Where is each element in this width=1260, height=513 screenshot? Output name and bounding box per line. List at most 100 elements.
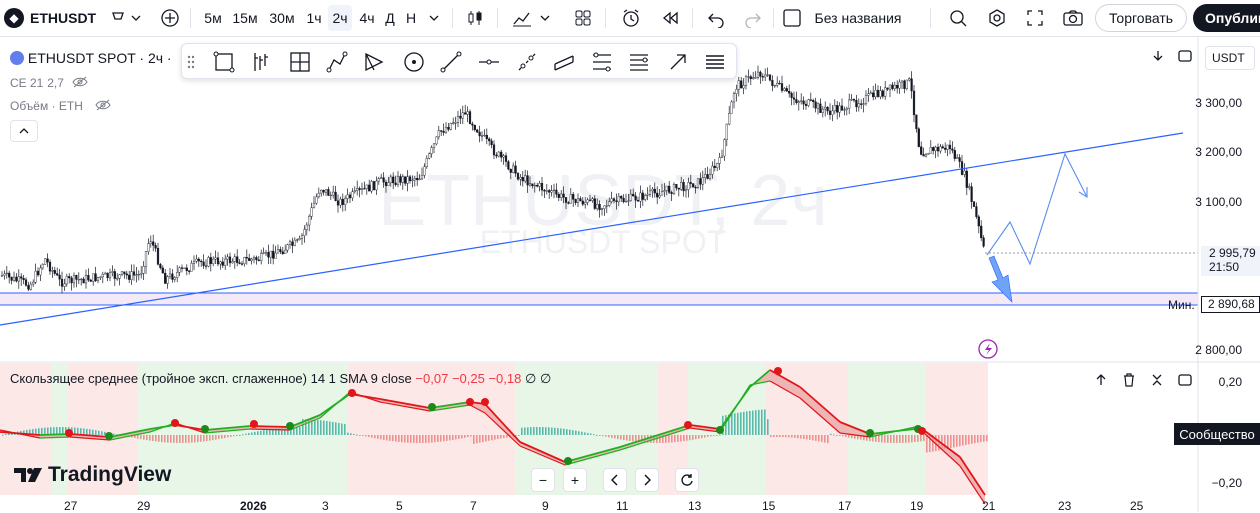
zoom-in-button[interactable]: + [563,468,587,492]
ray-tool-icon[interactable] [515,50,539,74]
cross-dot [684,421,692,429]
trend-line-tool-icon[interactable] [439,50,463,74]
candle-body [65,276,68,285]
add-symbol-icon[interactable] [157,5,183,31]
pattern-tool-icon[interactable] [362,50,386,74]
settings-gear-icon[interactable] [984,5,1010,31]
circle-tool-icon[interactable] [402,50,426,74]
eth-logo-icon [10,51,24,65]
layout-checkbox-icon[interactable] [780,5,804,31]
drag-handle-icon[interactable] [186,50,196,74]
path-tool-icon[interactable] [325,50,349,74]
candle-body [632,193,635,197]
histogram-bar [749,410,751,435]
symbol-logo-icon: ◆ [4,8,24,28]
compare-icon[interactable] [104,5,150,31]
candle-body [456,115,460,123]
reset-chart-button[interactable] [675,468,699,492]
tradingview-logo[interactable]: TradingView [14,463,171,487]
maximize-pane-icon[interactable] [1177,48,1193,69]
histogram-bar [41,427,43,435]
fullscreen-icon[interactable] [1022,5,1048,31]
volume-legend[interactable]: Объём · ETH [10,97,111,113]
indicators-icon[interactable] [508,5,558,31]
candle-body [900,80,904,83]
legend-title[interactable]: ETHUSDT SPOT · 2ч · [28,50,172,66]
histogram-bar [623,435,625,441]
trade-button[interactable]: Торговать [1095,4,1187,32]
candle-body [44,258,47,265]
ema-legend[interactable]: CE 21 2,7 [10,74,88,90]
alert-icon[interactable] [617,5,645,31]
rectangle-tool-icon[interactable] [212,50,236,74]
collapse-pane-icon[interactable] [1146,369,1168,391]
histogram-bar [761,409,763,435]
candle-body [310,207,313,217]
histogram-bar [839,435,841,436]
watermark-spot: ETHUSDT SPOT [480,224,727,260]
candle-body [480,135,484,137]
histogram-bar [818,435,820,442]
scroll-right-button[interactable] [635,468,659,492]
candle-body [761,76,764,78]
histogram-bar [677,435,679,442]
zoom-out-button[interactable]: − [531,468,555,492]
interval-4h[interactable]: 4ч [355,5,379,31]
maximize-pane-icon[interactable] [1174,369,1196,391]
bars-pattern-icon[interactable] [248,50,272,74]
scroll-left-button[interactable] [603,468,627,492]
candle-body [291,241,294,246]
histogram-bar [164,435,166,443]
arrow-tool-icon[interactable] [666,50,690,74]
candles-icon[interactable] [462,5,488,31]
interval-1h[interactable]: 1ч [303,5,325,31]
candle-body [898,81,901,89]
chevron-down-icon[interactable] [424,5,444,31]
camera-icon[interactable] [1060,5,1086,31]
currency-select[interactable]: USDT [1205,46,1255,70]
layout-grid-icon[interactable] [570,5,596,31]
interval-5m[interactable]: 5м [200,5,226,31]
interval-2h[interactable]: 2ч [328,5,352,31]
candle-body [212,258,215,264]
fib-retracement-icon[interactable] [590,50,614,74]
community-button[interactable]: Сообщество [1174,423,1260,445]
quick-search-icon[interactable] [945,5,971,31]
candle-body [884,87,887,97]
fib-extension-icon[interactable] [627,50,651,74]
layout-name[interactable]: Без названия [810,5,906,31]
scale-down-icon[interactable] [1150,48,1166,69]
move-up-icon[interactable] [1090,369,1112,391]
more-tools-icon[interactable] [703,50,727,74]
candle-body [567,202,570,204]
interval-30m[interactable]: 30м [265,5,299,31]
replay-icon[interactable] [657,5,683,31]
histogram-bar [683,435,685,442]
chart-canvas[interactable]: ETHUSDT, 2ч ETHUSDT SPOT [0,37,1260,512]
eye-hidden-icon[interactable] [72,76,88,88]
channel-tool-icon[interactable] [552,50,576,74]
horizontal-line-tool-icon[interactable] [477,50,501,74]
indicator-value-2: −0,25 [451,371,485,386]
candle-body [754,77,757,79]
projection-path[interactable] [986,152,1088,266]
candle-body [540,183,544,191]
delete-icon[interactable] [1118,369,1140,391]
candle-body [524,175,527,182]
eye-hidden-icon[interactable] [95,99,111,111]
publish-button[interactable]: Опублик [1193,4,1260,32]
redo-icon[interactable] [740,5,766,31]
histogram-bar [497,435,499,440]
histogram-bar [527,427,529,435]
candle-body [802,100,805,105]
candle-body [855,100,858,108]
interval-15m[interactable]: 15м [229,5,261,31]
undo-icon[interactable] [703,5,729,31]
position-tool-icon[interactable] [288,50,312,74]
collapse-legend-button[interactable] [10,120,38,142]
indicator-legend[interactable]: Скользящее среднее (тройное эксп. сглаже… [10,371,551,387]
interval-day[interactable]: Д [382,5,398,31]
candle-body [488,138,491,142]
candle-body [478,131,481,137]
interval-week[interactable]: Н [402,5,420,31]
